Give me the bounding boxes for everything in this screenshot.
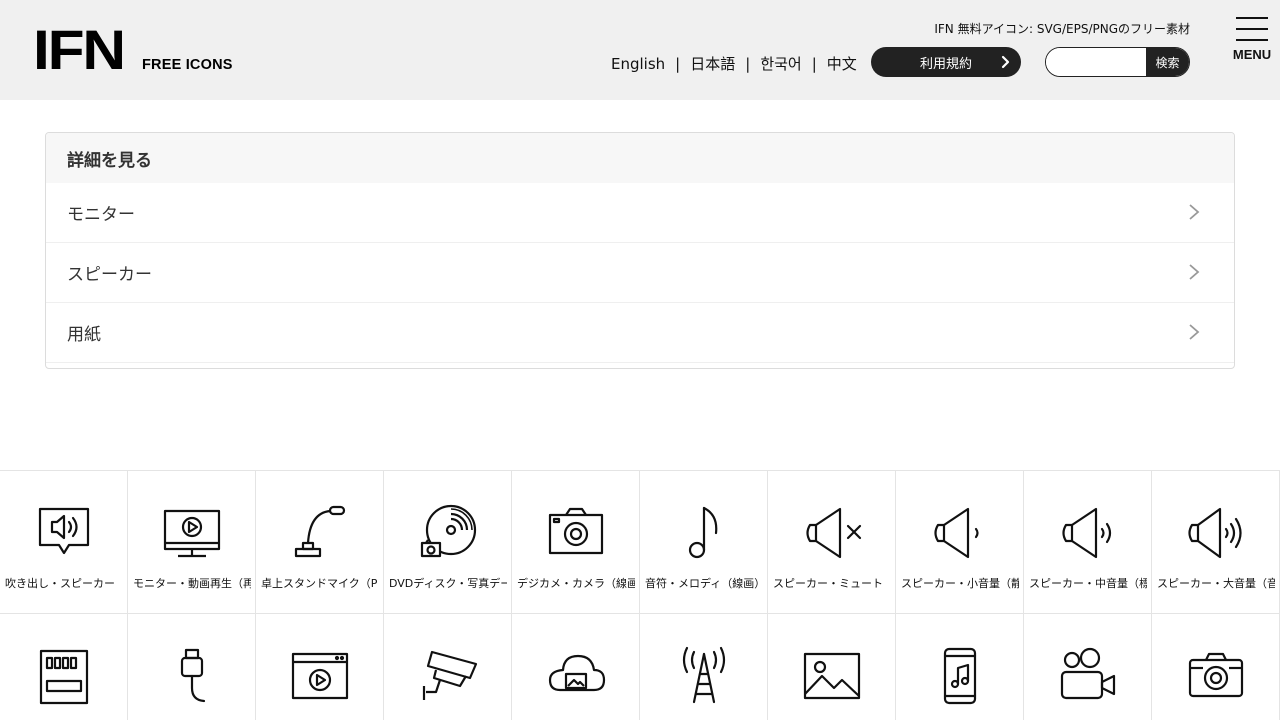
site-tagline: IFN 無料アイコン: SVG/EPS/PNGのフリー素材 (934, 22, 1190, 36)
video-camera-icon (1060, 647, 1116, 700)
language-switcher: English | 日本語 | 한국어 | 中文 (611, 53, 857, 74)
icon-tile[interactable]: スピーカー・中音量（標 (1024, 470, 1152, 613)
lang-english-link[interactable]: English (611, 55, 665, 73)
chevron-right-icon (1189, 324, 1200, 340)
usb-cable-icon (180, 648, 206, 703)
chevron-right-icon (1001, 55, 1010, 69)
icon-caption: スピーカー・中音量（標 (1029, 577, 1147, 590)
chevron-right-icon (1189, 204, 1200, 220)
desk-stand-mic-icon (294, 505, 346, 558)
logo-main-text: IFN (33, 18, 126, 81)
lang-separator: | (675, 54, 681, 73)
icon-caption: 音符・メロディ（線画） (645, 577, 763, 590)
icon-caption: デジカメ・カメラ（線画 (517, 577, 635, 590)
icon-tile[interactable] (640, 613, 768, 720)
music-note-icon (688, 506, 718, 559)
icon-caption: モニター・動画再生（再 (133, 577, 251, 590)
details-item-monitor[interactable]: モニター (46, 183, 1234, 243)
icon-tile[interactable]: スピーカー・大音量（音 (1152, 470, 1280, 613)
radio-tower-icon (682, 646, 726, 704)
icon-tile[interactable]: DVDディスク・写真デー (384, 470, 512, 613)
cloud-image-icon (548, 654, 606, 692)
site-header: IFN FREE ICONS IFN 無料アイコン: SVG/EPS/PNGのフ… (0, 0, 1280, 100)
image-picture-icon (803, 652, 861, 700)
icon-tile[interactable] (896, 613, 1024, 720)
lang-chinese-link[interactable]: 中文 (827, 53, 857, 74)
icon-tile[interactable]: スピーカー・小音量（静 (896, 470, 1024, 613)
icon-tile[interactable]: 音符・メロディ（線画） (640, 470, 768, 613)
logo-sub-text: FREE ICONS (142, 57, 233, 73)
details-item-label: モニター (67, 205, 135, 225)
icon-caption: 卓上スタンドマイク（P (261, 577, 378, 590)
security-camera-icon (422, 650, 478, 700)
browser-video-icon (291, 652, 349, 700)
details-panel: 詳細を見る モニター スピーカー 用紙 (45, 132, 1235, 369)
search-input[interactable] (1046, 48, 1146, 76)
icon-caption: DVDディスク・写真デー (389, 577, 507, 590)
digital-camera-icon (548, 507, 604, 555)
icon-caption: スピーカー・大音量（音 (1157, 577, 1275, 590)
icon-grid: 吹き出し・スピーカー モニター・動画再生（再 卓上スタンドマイク（P DVDディ… (0, 470, 1280, 720)
details-title: 詳細を見る (46, 133, 1234, 183)
speech-bubble-speaker-icon (38, 507, 90, 555)
speaker-high-volume-icon (1188, 507, 1242, 559)
camera-icon (1188, 652, 1244, 698)
dvd-disc-photo-icon (420, 504, 477, 558)
lang-separator: | (745, 54, 751, 73)
terms-button-label: 利用規約 (919, 56, 972, 72)
chevron-right-icon (1189, 264, 1200, 280)
details-item-label: 用紙 (67, 325, 101, 345)
icon-tile[interactable] (384, 613, 512, 720)
lang-separator: | (811, 54, 817, 73)
icon-tile[interactable] (0, 613, 128, 720)
icon-tile[interactable] (1152, 613, 1280, 720)
hamburger-icon (1236, 17, 1268, 19)
icon-tile[interactable]: 卓上スタンドマイク（P (256, 470, 384, 613)
hamburger-icon (1236, 39, 1268, 41)
hamburger-icon (1236, 28, 1268, 30)
icon-tile[interactable] (1024, 613, 1152, 720)
icon-caption: 吹き出し・スピーカー (5, 577, 115, 590)
icon-tile[interactable] (256, 613, 384, 720)
icon-tile[interactable] (768, 613, 896, 720)
monitor-video-play-icon (163, 509, 221, 558)
details-item-paper[interactable]: 用紙 (46, 303, 1234, 363)
icon-tile[interactable] (128, 613, 256, 720)
icon-caption: スピーカー・小音量（静 (901, 577, 1019, 590)
icon-caption: スピーカー・ミュート (773, 577, 883, 590)
speaker-mid-volume-icon (1062, 507, 1112, 559)
menu-button[interactable]: MENU (1232, 17, 1272, 67)
search-button[interactable]: 検索 (1146, 48, 1189, 76)
details-item-speaker[interactable]: スピーカー (46, 243, 1234, 303)
site-logo[interactable]: IFN FREE ICONS (33, 18, 233, 81)
menu-label: MENU (1232, 47, 1272, 62)
details-item-label: スピーカー (67, 265, 152, 285)
lang-korean-link[interactable]: 한국어 (760, 53, 801, 74)
icon-tile[interactable]: モニター・動画再生（再 (128, 470, 256, 613)
icon-tile[interactable] (512, 613, 640, 720)
icon-tile[interactable]: 吹き出し・スピーカー (0, 470, 128, 613)
smartphone-music-icon (943, 647, 977, 705)
search-box: 検索 (1045, 47, 1190, 77)
lang-japanese-link[interactable]: 日本語 (690, 53, 735, 74)
terms-button[interactable]: 利用規約 (871, 47, 1021, 77)
icon-tile[interactable]: デジカメ・カメラ（線画 (512, 470, 640, 613)
speaker-mute-icon (806, 507, 862, 559)
speaker-low-volume-icon (934, 507, 979, 559)
sd-card-icon (39, 649, 89, 705)
icon-tile[interactable]: スピーカー・ミュート (768, 470, 896, 613)
